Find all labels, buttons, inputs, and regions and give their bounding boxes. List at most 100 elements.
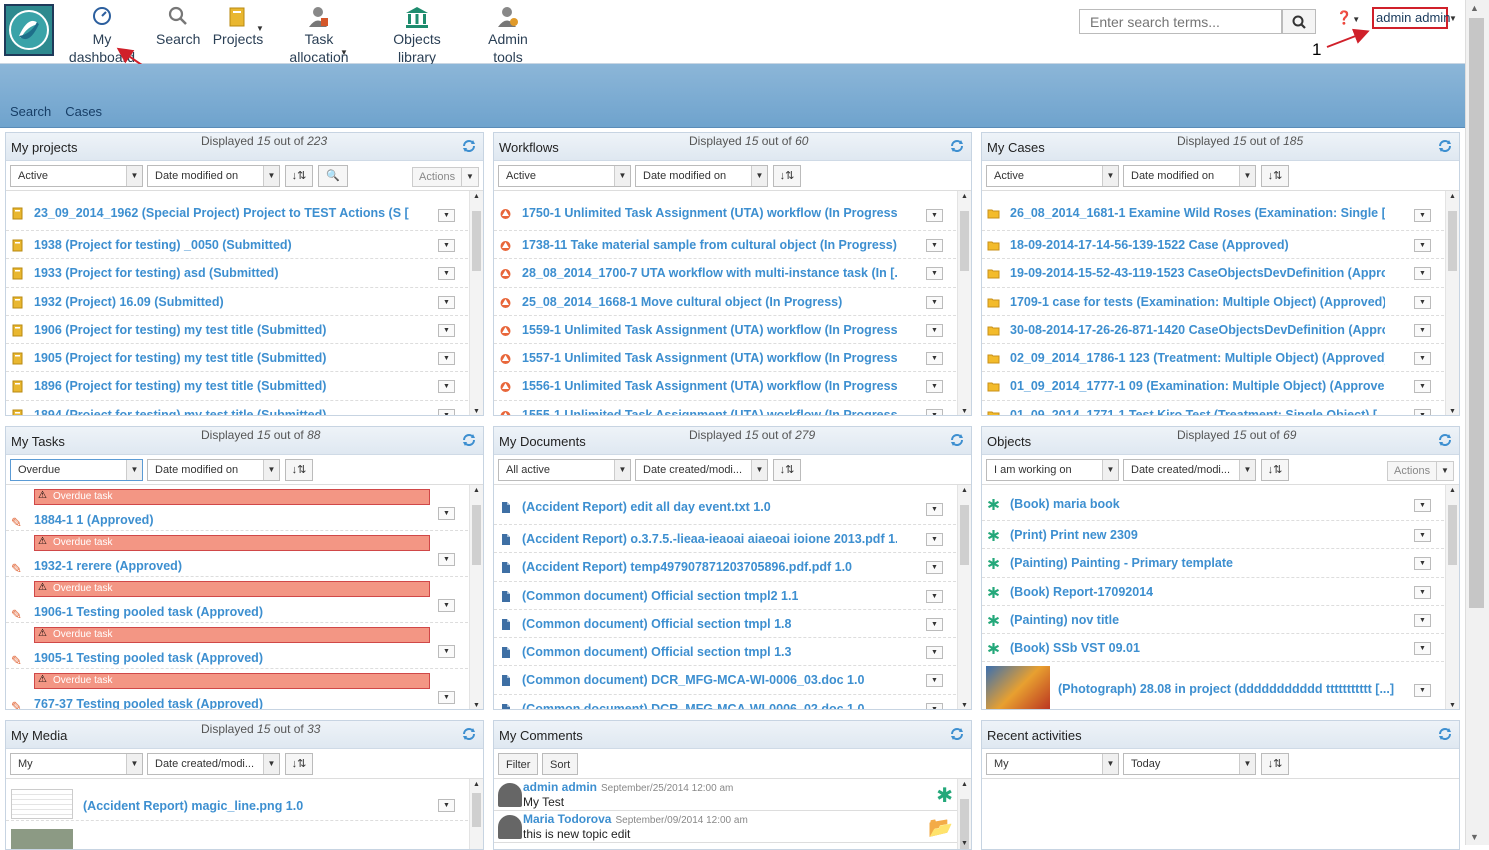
- item-link[interactable]: (Book) Report-17092014: [1010, 585, 1153, 599]
- list-item[interactable]: (Common document) Official section tmpl2…: [494, 582, 971, 610]
- list-item[interactable]: 01_09_2014_1777-1 09 (Examination: Multi…: [982, 372, 1459, 401]
- filter-button[interactable]: Filter: [498, 753, 539, 775]
- actions-button[interactable]: Actions ▼: [412, 167, 479, 187]
- item-link[interactable]: 1709-1 case for tests (Examination: Mult…: [1010, 295, 1385, 309]
- row-menu-button[interactable]: ▼: [926, 267, 943, 281]
- list-item[interactable]: 1938 (Project for testing) _0050 (Submit…: [6, 231, 483, 260]
- list-item[interactable]: (Accident Report) magic_line.png 1.0 ▼: [6, 779, 483, 821]
- row-menu-button[interactable]: ▼: [926, 209, 943, 222]
- global-search-input[interactable]: [1079, 9, 1282, 34]
- item-link[interactable]: 01_09_2014_1771-1 Test Kiro Test (Treatm…: [1010, 408, 1385, 415]
- sort-direction-button[interactable]: ↓⇅: [1261, 753, 1289, 775]
- list-item[interactable]: (Accident Report) o.3.7.5.-lieaa-ieaoai …: [494, 525, 971, 554]
- list-item[interactable]: (Painting) nov title ▼: [982, 606, 1459, 635]
- status-filter-select[interactable]: Active ▼: [986, 165, 1119, 187]
- row-menu-button[interactable]: ▼: [438, 799, 455, 812]
- item-link[interactable]: (Common document) Official section tmpl …: [522, 645, 791, 659]
- breadcrumb-search-link[interactable]: Search: [10, 104, 51, 119]
- item-link[interactable]: 1555-1 Unlimited Task Assignment (UTA) w…: [522, 408, 897, 415]
- comment-item[interactable]: Maria Todorova September/09/2014 12:00 am…: [494, 811, 971, 843]
- list-item[interactable]: 23_09_2014_1962 (Special Project) Projec…: [6, 191, 483, 231]
- task-link[interactable]: 1905-1 Testing pooled task (Approved): [34, 651, 263, 665]
- row-menu-button[interactable]: ▼: [1414, 209, 1431, 222]
- actions-button[interactable]: Actions ▼: [1387, 461, 1454, 481]
- list-item[interactable]: 25_08_2014_1668-1 Move cultural object (…: [494, 288, 971, 316]
- refresh-icon[interactable]: [1438, 727, 1452, 741]
- row-menu-button[interactable]: ▼: [1414, 613, 1431, 627]
- list-item[interactable]: 1933 (Project for testing) asd (Submitte…: [6, 259, 483, 288]
- sort-direction-button[interactable]: ↓⇅: [773, 459, 801, 481]
- nav-task-allocation[interactable]: Task allocation ▼: [288, 6, 350, 66]
- item-link[interactable]: 1906 (Project for testing) my test title…: [34, 323, 326, 337]
- task-row[interactable]: Overdue task ✎ 1906-1 Testing pooled task …: [6, 577, 483, 623]
- row-menu-button[interactable]: ▼: [926, 352, 943, 366]
- task-row[interactable]: Overdue task ✎ 1905-1 Testing pooled task …: [6, 623, 483, 669]
- row-menu-button[interactable]: ▼: [1414, 642, 1431, 656]
- list-item[interactable]: (Photograph) 28.08 in project (ddddddddd…: [982, 662, 1459, 709]
- row-menu-button[interactable]: ▼: [1414, 295, 1431, 309]
- row-menu-button[interactable]: ▼: [438, 691, 455, 704]
- comment-author[interactable]: Maria Todorova: [523, 812, 611, 826]
- row-menu-button[interactable]: ▼: [926, 702, 943, 709]
- media-link[interactable]: (Accident Report) magic_line.png 1.0: [83, 799, 303, 813]
- sort-direction-button[interactable]: ↓⇅: [1261, 459, 1289, 481]
- item-link[interactable]: 1557-1 Unlimited Task Assignment (UTA) w…: [522, 351, 897, 365]
- item-link[interactable]: 01_09_2014_1777-1 09 (Examination: Multi…: [1010, 379, 1385, 393]
- task-row[interactable]: Overdue task ✎ 1932-1 rerere (Approved) ▼: [6, 531, 483, 577]
- row-menu-button[interactable]: ▼: [1414, 585, 1431, 599]
- item-link[interactable]: (Book) maria book: [1010, 497, 1120, 511]
- item-link[interactable]: 1932 (Project) 16.09 (Submitted): [34, 295, 224, 309]
- row-menu-button[interactable]: ▼: [438, 380, 455, 394]
- row-menu-button[interactable]: ▼: [1414, 323, 1431, 337]
- refresh-icon[interactable]: [1438, 433, 1452, 447]
- item-link[interactable]: 02_09_2014_1786-1 123 (Treatment: Multip…: [1010, 351, 1385, 365]
- row-menu-button[interactable]: ▼: [926, 561, 943, 575]
- status-filter-select[interactable]: My ▼: [10, 753, 143, 775]
- row-menu-button[interactable]: ▼: [1414, 684, 1431, 698]
- row-menu-button[interactable]: ▼: [438, 352, 455, 366]
- item-link[interactable]: 25_08_2014_1668-1 Move cultural object (…: [522, 295, 842, 309]
- item-link[interactable]: (Print) Print new 2309: [1010, 528, 1138, 542]
- status-filter-select[interactable]: Active ▼: [498, 165, 631, 187]
- list-item[interactable]: (Book) SSb VST 09.01 ▼: [982, 634, 1459, 663]
- row-menu-button[interactable]: ▼: [926, 380, 943, 394]
- list-item[interactable]: 1905 (Project for testing) my test title…: [6, 344, 483, 373]
- list-scrollbar[interactable]: ▲ ▼: [1445, 485, 1459, 709]
- item-link[interactable]: 1559-1 Unlimited Task Assignment (UTA) w…: [522, 323, 897, 337]
- row-menu-button[interactable]: ▼: [1414, 352, 1431, 366]
- item-link[interactable]: (Photograph) 28.08 in project (ddddddddd…: [1058, 682, 1394, 696]
- list-item[interactable]: 1750-1 Unlimited Task Assignment (UTA) w…: [494, 191, 971, 231]
- task-link[interactable]: 767-37 Testing pooled task (Approved): [34, 697, 263, 709]
- task-row[interactable]: Overdue task ✎ 1884-1 1 (Approved) ▼: [6, 485, 483, 531]
- row-menu-button[interactable]: ▼: [438, 645, 455, 658]
- row-menu-button[interactable]: ▼: [438, 599, 455, 612]
- list-item[interactable]: 19-09-2014-15-52-43-119-1523 CaseObjects…: [982, 259, 1459, 288]
- item-link[interactable]: 1556-1 Unlimited Task Assignment (UTA) w…: [522, 379, 897, 393]
- task-link[interactable]: 1884-1 1 (Approved): [34, 513, 153, 527]
- item-link[interactable]: (Common document) Official section tmpl …: [522, 617, 791, 631]
- list-item[interactable]: (Common document) Official section tmpl …: [494, 610, 971, 639]
- row-menu-button[interactable]: ▼: [1414, 408, 1431, 415]
- nav-objects-library[interactable]: Objects library: [384, 6, 450, 66]
- list-item[interactable]: (Painting) Painting - Primary template ▼: [982, 549, 1459, 578]
- list-item[interactable]: 28_08_2014_1700-7 UTA workflow with mult…: [494, 259, 971, 288]
- list-scrollbar[interactable]: ▲ ▼: [1445, 191, 1459, 415]
- row-menu-button[interactable]: ▼: [438, 239, 455, 252]
- sort-direction-button[interactable]: ↓⇅: [773, 165, 801, 187]
- task-link[interactable]: 1906-1 Testing pooled task (Approved): [34, 605, 263, 619]
- list-item[interactable]: (Common document) Official section tmpl …: [494, 638, 971, 667]
- sort-field-select[interactable]: Date created/modi... ▼: [635, 459, 768, 481]
- item-link[interactable]: (Common document) Official section tmpl2…: [522, 589, 798, 603]
- sort-field-select[interactable]: Date modified on ▼: [147, 459, 280, 481]
- row-menu-button[interactable]: ▼: [926, 408, 943, 415]
- list-item[interactable]: 1738-11 Take material sample from cultur…: [494, 231, 971, 260]
- task-row[interactable]: Overdue task ✎ 767-37 Testing pooled task …: [6, 669, 483, 709]
- sort-direction-button[interactable]: ↓⇅: [285, 165, 313, 187]
- row-menu-button[interactable]: ▼: [438, 553, 455, 566]
- search-submit-button[interactable]: [1282, 9, 1316, 34]
- user-filter-select[interactable]: My ▼: [986, 753, 1119, 775]
- row-menu-button[interactable]: ▼: [438, 295, 455, 309]
- status-filter-select[interactable]: I am working on ▼: [986, 459, 1119, 481]
- list-item[interactable]: 1557-1 Unlimited Task Assignment (UTA) w…: [494, 344, 971, 373]
- item-link[interactable]: 28_08_2014_1700-7 UTA workflow with mult…: [522, 266, 897, 280]
